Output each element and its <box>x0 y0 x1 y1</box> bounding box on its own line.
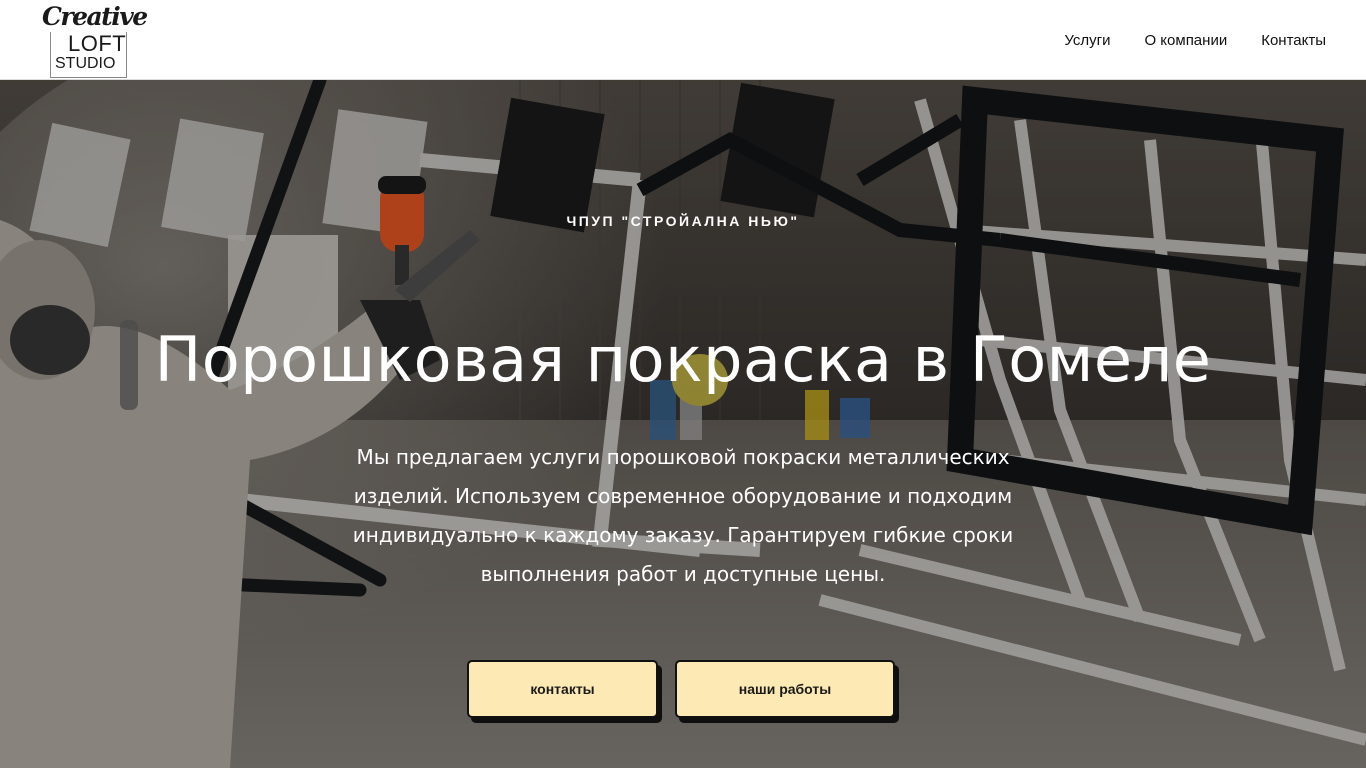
hero-description: Мы предлагаем услуги порошковой покраски… <box>352 445 1014 586</box>
contacts-button[interactable]: контакты <box>467 660 658 718</box>
our-works-button[interactable]: наши работы <box>675 660 895 718</box>
logo-creative-text: Creative <box>40 2 149 32</box>
site-header: Creative LOFT STUDIO Услуги О компании К… <box>0 0 1366 80</box>
hero-title: Порошковая покраска в Гомеле <box>154 323 1212 396</box>
logo[interactable]: Creative LOFT STUDIO <box>40 0 149 78</box>
nav-link-about[interactable]: О компании <box>1144 32 1227 49</box>
hero-subtitle: ЧПУП "СТРОЙАЛНА НЬЮ" <box>566 213 800 229</box>
logo-loft-text: LOFT <box>68 31 127 56</box>
nav-link-contacts[interactable]: Контакты <box>1261 32 1326 49</box>
main-nav: Услуги О компании Контакты <box>1064 0 1326 80</box>
nav-link-services[interactable]: Услуги <box>1064 32 1110 49</box>
hero-section: ЧПУП "СТРОЙАЛНА НЬЮ" Порошковая покраска… <box>0 80 1366 768</box>
logo-studio-text: STUDIO <box>55 55 116 72</box>
